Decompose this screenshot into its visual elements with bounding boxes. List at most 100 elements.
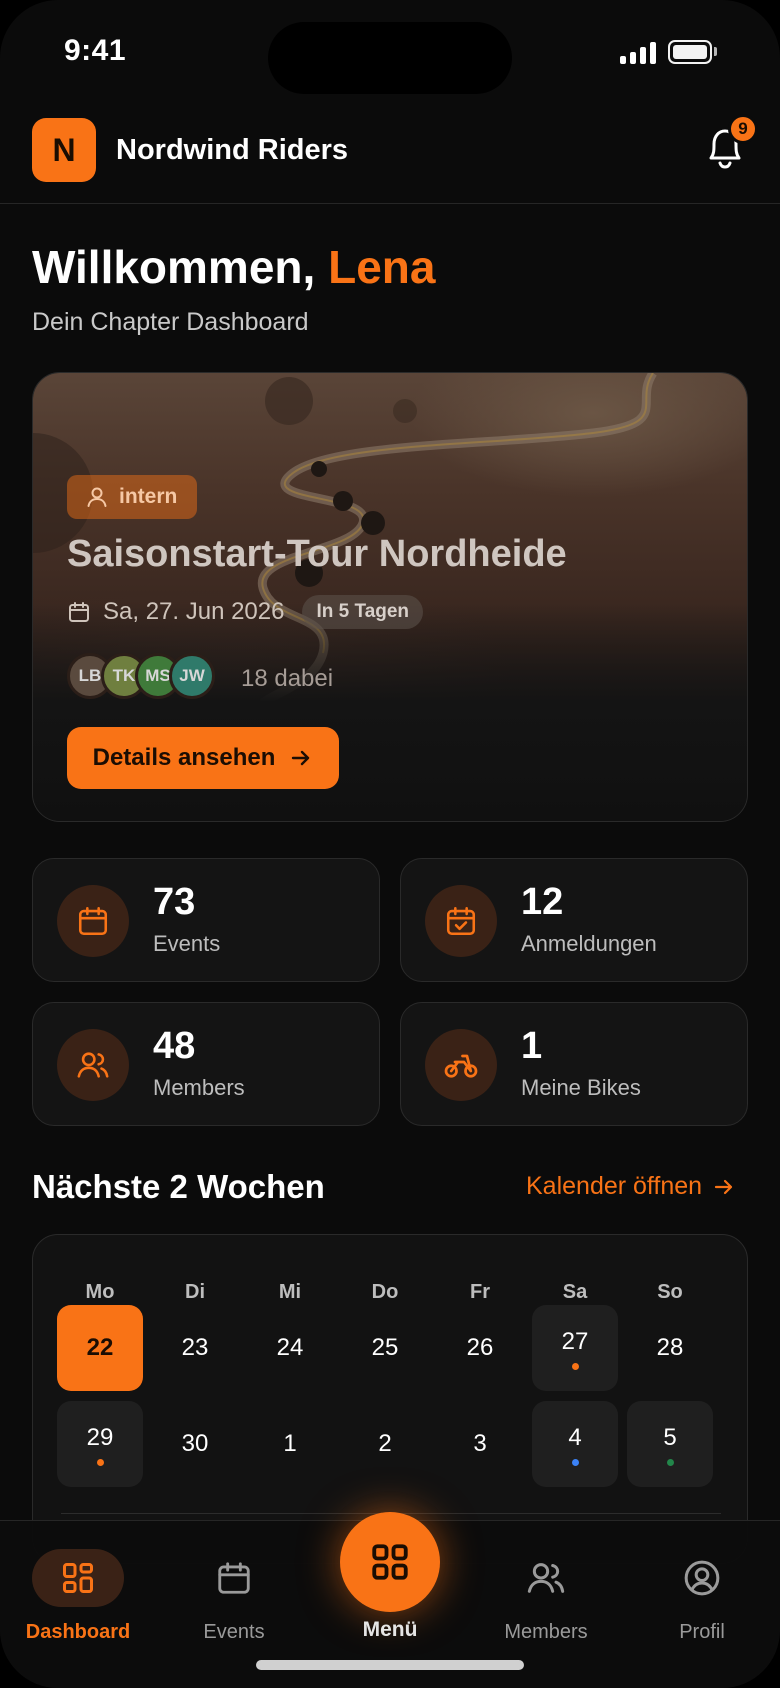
calendar-icon bbox=[218, 1562, 250, 1594]
weekday-label: Mo bbox=[85, 1281, 115, 1303]
calendar-day-number: 2 bbox=[378, 1430, 392, 1457]
weekday-label: Sa bbox=[562, 1281, 588, 1303]
stat-card-bikes[interactable]: 1 Meine Bikes bbox=[400, 1002, 748, 1126]
stat-label: Anmeldungen bbox=[521, 931, 657, 956]
calendar-day-number: 28 bbox=[656, 1334, 684, 1361]
avatar: JW bbox=[169, 653, 215, 699]
status-bar: 9:41 bbox=[0, 0, 780, 100]
nav-events-iconbox bbox=[188, 1549, 280, 1607]
menu-button-label: Menü bbox=[362, 1618, 418, 1641]
arrow-right-icon bbox=[714, 1179, 733, 1194]
event-dot bbox=[97, 1459, 104, 1466]
event-visibility-tag: intern bbox=[67, 475, 198, 519]
event-tag-label: intern bbox=[119, 485, 178, 508]
nav-events[interactable]: Events bbox=[164, 1549, 304, 1644]
calendar-day[interactable]: 3 bbox=[437, 1401, 523, 1487]
nav-members-iconbox bbox=[500, 1549, 592, 1607]
dynamic-island bbox=[268, 22, 512, 94]
nav-dashboard-pill bbox=[32, 1549, 124, 1607]
calendar-day-number: 22 bbox=[86, 1334, 114, 1361]
calendar-day[interactable]: 28 bbox=[627, 1305, 713, 1391]
welcome-greeting: Willkommen, bbox=[32, 241, 316, 293]
arrow-right-icon bbox=[292, 750, 310, 766]
calendar-day[interactable]: 26 bbox=[437, 1305, 523, 1391]
calendar-day-number: 29 bbox=[86, 1424, 114, 1451]
nav-events-label: Events bbox=[203, 1621, 265, 1643]
stat-card-registrations[interactable]: 12 Anmeldungen bbox=[400, 858, 748, 982]
calendar-day[interactable]: 4 bbox=[532, 1401, 618, 1487]
notification-badge: 9 bbox=[728, 114, 758, 144]
nav-members-label: Members bbox=[504, 1621, 588, 1643]
featured-event-card[interactable]: intern Saisonstart-Tour Nordheide Sa, 27… bbox=[32, 372, 748, 822]
calendar-day-number: 4 bbox=[568, 1424, 582, 1451]
details-button[interactable]: Details ansehen bbox=[67, 727, 339, 789]
menu-button[interactable] bbox=[340, 1512, 440, 1612]
calendar-section-title: Nächste 2 Wochen bbox=[32, 1168, 325, 1205]
status-time: 9:41 bbox=[64, 34, 127, 67]
calendar-day[interactable]: 2 bbox=[342, 1401, 428, 1487]
weekday-label: Do bbox=[371, 1281, 399, 1303]
battery-icon bbox=[668, 40, 712, 64]
welcome-heading: Willkommen, Lena bbox=[32, 240, 435, 294]
app-header: N Nordwind Riders 9 bbox=[0, 104, 780, 204]
calendar-day[interactable]: 5 bbox=[627, 1401, 713, 1487]
welcome-subtitle: Dein Chapter Dashboard bbox=[32, 308, 309, 336]
attendee-avatars[interactable]: LB TK MS JW bbox=[67, 653, 215, 699]
stat-label: Meine Bikes bbox=[521, 1075, 641, 1100]
calendar-day-number: 27 bbox=[561, 1328, 589, 1355]
nav-profile-iconbox bbox=[656, 1549, 748, 1607]
nav-dashboard-label: Dashboard bbox=[25, 1621, 131, 1643]
nav-members[interactable]: Members bbox=[476, 1549, 616, 1644]
calendar-icon bbox=[69, 602, 89, 622]
event-countdown-badge: In 5 Tagen bbox=[302, 595, 424, 629]
app-logo[interactable]: N bbox=[32, 118, 96, 182]
weekday-label: So bbox=[657, 1281, 683, 1303]
calendar-day[interactable]: 1 bbox=[247, 1401, 333, 1487]
calendar-day[interactable]: 30 bbox=[152, 1401, 238, 1487]
users-icon bbox=[57, 1029, 129, 1101]
stat-label: Members bbox=[153, 1075, 245, 1100]
open-calendar-label: Kalender öffnen bbox=[526, 1172, 703, 1200]
calendar-day[interactable]: 27 bbox=[532, 1305, 618, 1391]
users-icon bbox=[527, 1563, 565, 1593]
calendar-day-number: 30 bbox=[181, 1430, 209, 1457]
profile-icon bbox=[684, 1560, 720, 1596]
calendar-day[interactable]: 22 bbox=[57, 1305, 143, 1391]
battery-cap bbox=[714, 47, 717, 56]
event-dot bbox=[572, 1363, 579, 1370]
stat-card-members[interactable]: 48 Members bbox=[32, 1002, 380, 1126]
weekday-label: Fr bbox=[470, 1281, 490, 1303]
event-title: Saisonstart-Tour Nordheide bbox=[67, 533, 567, 575]
calendar-day-number: 1 bbox=[283, 1430, 297, 1457]
nav-profile[interactable]: Profil bbox=[632, 1549, 772, 1644]
grid-icon bbox=[372, 1544, 408, 1580]
stat-value: 1 bbox=[521, 1025, 543, 1067]
event-dot bbox=[572, 1459, 579, 1466]
welcome-user-name: Lena bbox=[328, 241, 436, 293]
calendar-day-number: 3 bbox=[473, 1430, 487, 1457]
calendar-day-number: 24 bbox=[276, 1334, 304, 1361]
motorbike-icon bbox=[425, 1029, 497, 1101]
user-icon bbox=[87, 487, 107, 507]
stat-label: Events bbox=[153, 931, 221, 956]
dashboard-icon bbox=[63, 1563, 93, 1593]
stat-card-events[interactable]: 73 Events bbox=[32, 858, 380, 982]
calendar-day[interactable]: 25 bbox=[342, 1305, 428, 1391]
calendar-day[interactable]: 24 bbox=[247, 1305, 333, 1391]
open-calendar-link[interactable]: Kalender öffnen bbox=[526, 1172, 736, 1201]
app-screen: 9:41 N Nordwind Riders 9 Willkommen, Len… bbox=[0, 0, 780, 1688]
calendar-day-number: 23 bbox=[181, 1334, 209, 1361]
home-indicator[interactable] bbox=[256, 1660, 524, 1670]
calendar-day[interactable]: 29 bbox=[57, 1401, 143, 1487]
calendar-day-number: 26 bbox=[466, 1334, 494, 1361]
weekday-label: Di bbox=[185, 1281, 205, 1303]
nav-dashboard[interactable]: Dashboard bbox=[8, 1549, 148, 1644]
app-title: Nordwind Riders bbox=[116, 134, 349, 166]
event-date: Sa, 27. Jun 2026 bbox=[103, 598, 285, 625]
calendar-day[interactable]: 23 bbox=[152, 1305, 238, 1391]
attendee-count: 18 dabei bbox=[241, 665, 334, 692]
details-button-label: Details ansehen bbox=[92, 744, 276, 771]
signal-icon bbox=[620, 42, 656, 64]
photo-gradient-overlay bbox=[33, 603, 747, 821]
calendar-day-number: 5 bbox=[663, 1424, 677, 1451]
